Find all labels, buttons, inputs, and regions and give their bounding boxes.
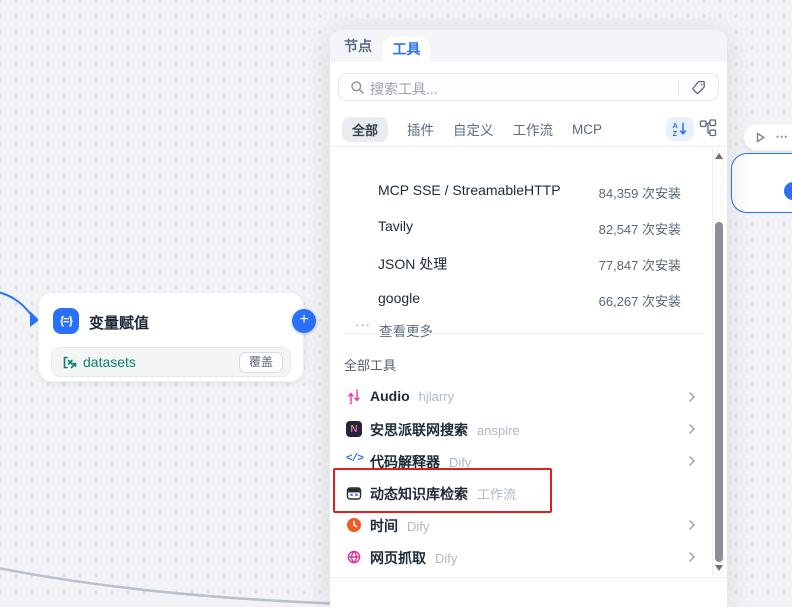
tool-vendor: Dify (449, 455, 471, 470)
marketplace-item-installs: 66,267 次安装 (599, 291, 681, 310)
search-placeholder: 搜索工具... (370, 79, 438, 99)
ellipsis-icon: ··· (355, 317, 371, 332)
marketplace-item-installs: 82,547 次安装 (599, 219, 681, 238)
node-toolbar[interactable]: ••• (743, 123, 792, 151)
scrollbar[interactable] (712, 148, 724, 576)
variable-name: datasets (83, 354, 136, 370)
filter-plugin[interactable]: 插件 (407, 119, 434, 139)
panel-tab-bar: 节点 工具 (330, 30, 727, 62)
tool-name: 时间Dify (370, 516, 429, 536)
filter-all[interactable]: 全部 (342, 117, 388, 142)
more-actions-icon[interactable]: ••• (776, 132, 788, 142)
tool-name: Audiohjlarry (370, 388, 454, 404)
add-next-node-button[interactable]: + (292, 309, 316, 333)
filter-tabs: 全部 插件 自定义 工作流 MCP (342, 116, 602, 142)
tree-view-icon[interactable] (699, 119, 717, 137)
tool-name: 网页抓取Dify (370, 548, 457, 568)
marketplace-item-installs: 77,847 次安装 (599, 255, 681, 274)
marketplace-item[interactable]: Tavily 82,547 次安装 (330, 209, 710, 245)
tool-vendor: hjlarry (419, 389, 454, 404)
marketplace-item-name: Tavily (378, 218, 413, 234)
tab-tools[interactable]: 工具 (383, 37, 430, 62)
code-icon: </> (346, 453, 362, 469)
scroll-up-arrow-icon[interactable] (715, 153, 723, 159)
tool-name: 代码解释器Dify (370, 452, 471, 472)
chevron-right-icon (688, 519, 696, 531)
tool-vendor: Dify (435, 551, 457, 566)
tool-item-code-interpreter[interactable]: </> 代码解释器Dify (330, 445, 710, 477)
all-tools-section-title: 全部工具 (344, 355, 396, 374)
variable-assigner-node[interactable]: {=} 变量赋值 + datasets 覆盖 (38, 292, 304, 382)
marketplace-item-installs: 84,359 次安装 (599, 183, 681, 202)
workflow-canvas[interactable]: {=} 变量赋值 + datasets 覆盖 ••• (0, 0, 792, 607)
overwrite-badge: 覆盖 (239, 352, 283, 373)
footer-divider (330, 577, 727, 578)
tool-item-time[interactable]: 时间Dify (330, 509, 710, 541)
node-title: 变量赋值 (89, 312, 149, 333)
filter-mcp[interactable]: MCP (572, 122, 602, 137)
header-divider (330, 146, 727, 147)
variable-assigner-icon: {=} (53, 308, 79, 334)
view-more-button[interactable]: ··· 查看更多 (330, 315, 710, 343)
variable-row[interactable]: datasets 覆盖 (51, 347, 291, 377)
tab-nodes[interactable]: 节点 (344, 30, 372, 62)
section-divider (344, 333, 707, 334)
search-divider (678, 81, 679, 95)
chevron-right-icon (688, 423, 696, 435)
tool-name: 动态知识库检索工作流 (370, 484, 516, 504)
filter-workflow[interactable]: 工作流 (513, 119, 554, 139)
view-more-label: 查看更多 (379, 320, 433, 340)
marketplace-item-name: MCP SSE / StreamableHTTP (378, 182, 561, 198)
assigned-variable-icon (61, 354, 78, 371)
clock-icon (346, 517, 362, 533)
run-icon[interactable] (754, 131, 767, 144)
tool-vendor: anspire (477, 423, 520, 438)
web-scrape-icon (346, 549, 362, 565)
audio-icon (346, 389, 362, 405)
scroll-down-arrow-icon[interactable] (715, 565, 723, 571)
robot-icon (346, 485, 362, 501)
marketplace-item[interactable]: JSON 处理 77,847 次安装 (330, 245, 710, 281)
tool-item-audio[interactable]: Audiohjlarry (330, 381, 710, 413)
marketplace-item[interactable]: google 66,267 次安装 (330, 281, 710, 317)
sort-button[interactable]: A Z (666, 117, 694, 141)
search-icon (350, 80, 365, 95)
tool-name: 安思派联网搜索anspire (370, 420, 520, 440)
tool-vendor: Dify (407, 519, 429, 534)
chevron-right-icon (688, 391, 696, 403)
chevron-right-icon (688, 551, 696, 563)
tool-vendor: 工作流 (477, 487, 516, 502)
svg-text:Z: Z (673, 129, 678, 137)
tool-item-dynamic-knowledge-retrieval[interactable]: 动态知识库检索工作流 (330, 477, 710, 509)
filter-custom[interactable]: 自定义 (453, 119, 494, 139)
scrollbar-thumb[interactable] (715, 222, 723, 562)
selected-node-partial[interactable] (731, 153, 792, 213)
tool-item-anspire-search[interactable]: N 安思派联网搜索anspire (330, 413, 710, 445)
tag-filter-icon[interactable] (690, 79, 707, 96)
search-input[interactable]: 搜索工具... (338, 73, 719, 101)
tool-item-web-scraper[interactable]: 网页抓取Dify (330, 541, 710, 573)
tools-panel: 节点 工具 搜索工具... 全部 插件 自定义 工作流 MCP (330, 30, 727, 607)
anspire-icon: N (346, 421, 362, 437)
marketplace-item[interactable]: MCP SSE / StreamableHTTP 84,359 次安装 (330, 173, 710, 209)
marketplace-item-name: google (378, 290, 420, 306)
marketplace-item-name: JSON 处理 (378, 254, 447, 274)
chevron-right-icon (688, 455, 696, 467)
